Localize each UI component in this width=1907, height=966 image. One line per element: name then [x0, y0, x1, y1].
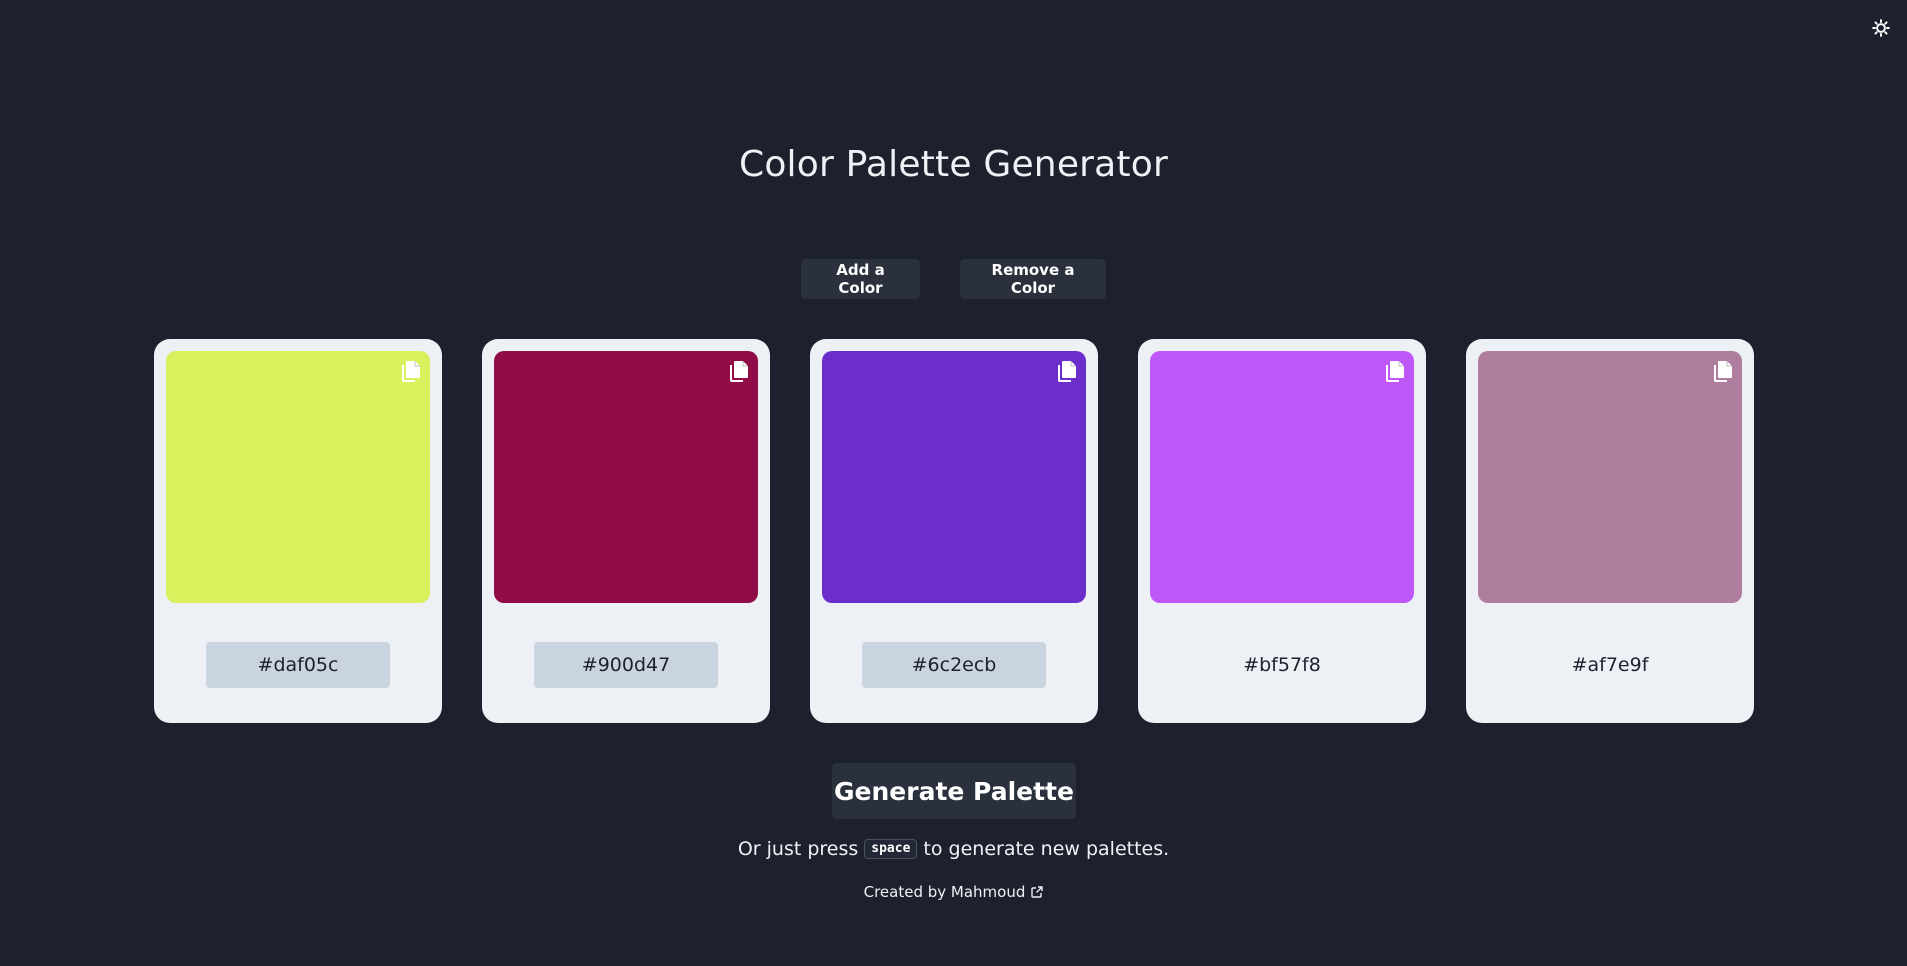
color-card: #6c2ecb [810, 339, 1098, 723]
color-swatch[interactable] [494, 351, 758, 603]
hex-code[interactable]: #900d47 [534, 642, 718, 688]
color-card: #900d47 [482, 339, 770, 723]
page-title: Color Palette Generator [739, 144, 1168, 185]
hex-code[interactable]: #bf57f8 [1190, 642, 1374, 688]
color-card: #daf05c [154, 339, 442, 723]
hex-code[interactable]: #af7e9f [1518, 642, 1702, 688]
palette-controls: Add a Color Remove a Color [0, 259, 1907, 299]
copy-icon[interactable] [1057, 360, 1077, 382]
remove-color-button[interactable]: Remove a Color [960, 259, 1106, 299]
color-card: #bf57f8 [1138, 339, 1426, 723]
app: Color Palette Generator Add a Color Remo… [0, 0, 1907, 966]
color-swatch[interactable] [166, 351, 430, 603]
color-card: #af7e9f [1466, 339, 1754, 723]
copy-icon[interactable] [401, 360, 421, 382]
keyboard-hint: Or just press space to generate new pale… [0, 838, 1907, 860]
color-swatch[interactable] [822, 351, 1086, 603]
palette-cards: #daf05c #900d47 #6c2ecb #bf57f8 #af7e9f [154, 339, 1754, 723]
footer-credit: Created by Mahmoud [0, 883, 1907, 901]
hint-suffix: to generate new palettes. [923, 838, 1170, 860]
color-swatch[interactable] [1150, 351, 1414, 603]
author-link[interactable]: Created by Mahmoud [864, 883, 1026, 901]
hex-code[interactable]: #6c2ecb [862, 642, 1046, 688]
color-swatch[interactable] [1478, 351, 1742, 603]
hex-code[interactable]: #daf05c [206, 642, 390, 688]
theme-toggle-button[interactable] [1871, 18, 1891, 38]
copy-icon[interactable] [1385, 360, 1405, 382]
space-key: space [864, 839, 918, 859]
hint-prefix: Or just press [737, 838, 859, 860]
sun-icon [1872, 19, 1890, 37]
copy-icon[interactable] [729, 360, 749, 382]
add-color-button[interactable]: Add a Color [801, 259, 920, 299]
external-link-icon[interactable] [1031, 886, 1044, 898]
generate-palette-button[interactable]: Generate Palette [832, 763, 1076, 819]
copy-icon[interactable] [1713, 360, 1733, 382]
